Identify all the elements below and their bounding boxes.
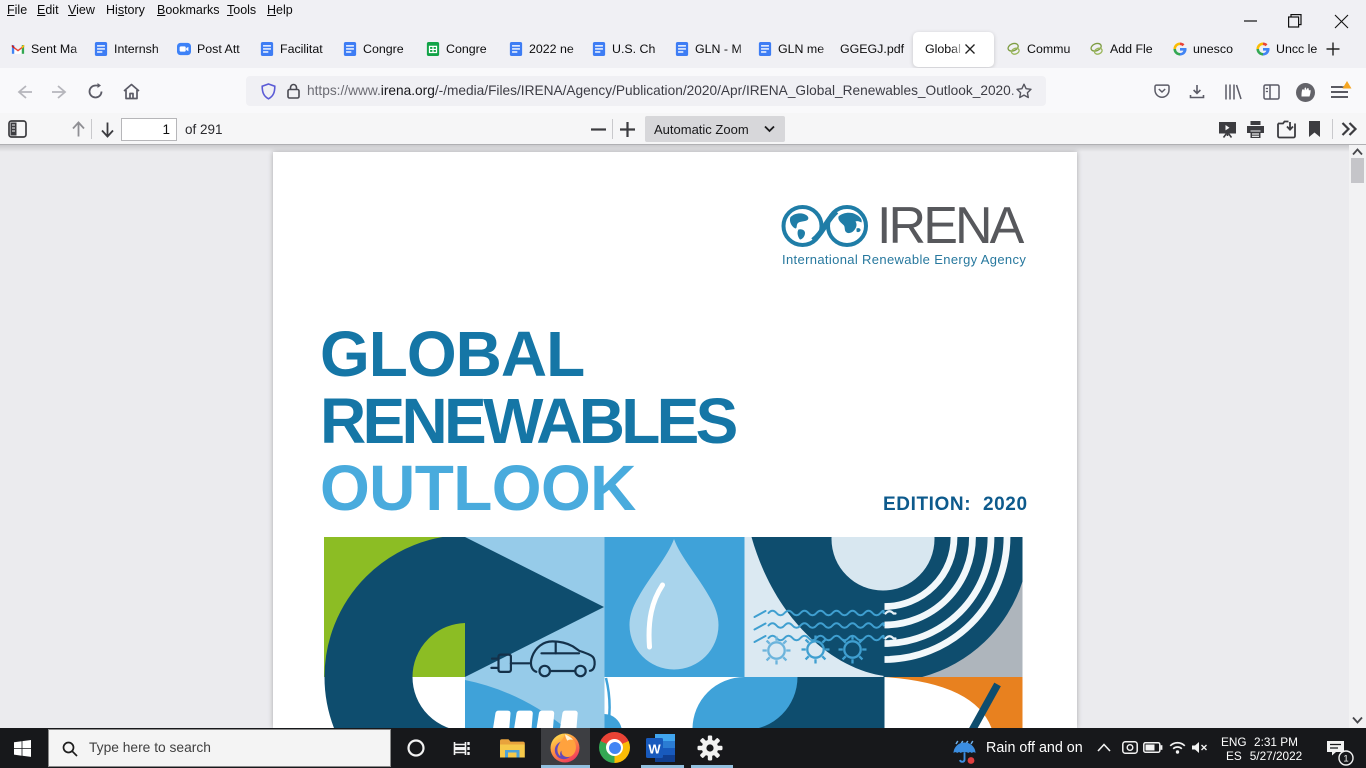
svg-text:W: W <box>648 742 661 757</box>
svg-text:1: 1 <box>1343 754 1348 765</box>
